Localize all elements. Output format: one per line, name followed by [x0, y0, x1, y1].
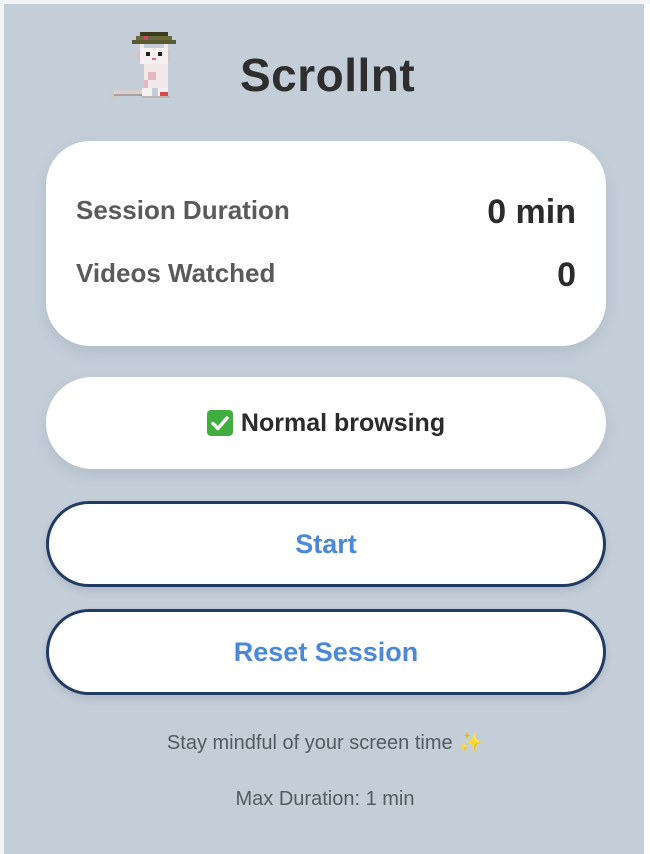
videos-watched-label: Videos Watched: [76, 258, 276, 288]
extension-popup: Scrollnt Session Duration 0 min Videos W…: [4, 4, 646, 854]
footer-tip: Stay mindful of your screen time ✨: [4, 730, 646, 755]
session-duration-label: Session Duration: [76, 195, 290, 225]
start-button[interactable]: Start: [46, 501, 606, 587]
footer-tip-text: Stay mindful of your screen time: [166, 732, 453, 754]
status-text: Normal browsing: [240, 408, 446, 437]
header: Scrollnt: [4, 28, 646, 118]
stats-card: Session Duration 0 min Videos Watched 0: [46, 141, 606, 346]
status-indicator: Normal browsing: [206, 408, 446, 438]
checkmark-icon: [206, 410, 233, 436]
pixel-cat-icon: [104, 28, 200, 108]
max-duration-text: Max Duration: 1 min: [235, 788, 415, 810]
session-duration-value: 0 min: [487, 193, 576, 231]
videos-watched-value: 0: [557, 256, 576, 294]
reset-session-button[interactable]: Reset Session: [46, 609, 606, 695]
sparkles-icon: ✨: [458, 732, 484, 754]
app-title: Scrollnt: [240, 49, 416, 101]
status-card: Normal browsing: [46, 377, 606, 469]
